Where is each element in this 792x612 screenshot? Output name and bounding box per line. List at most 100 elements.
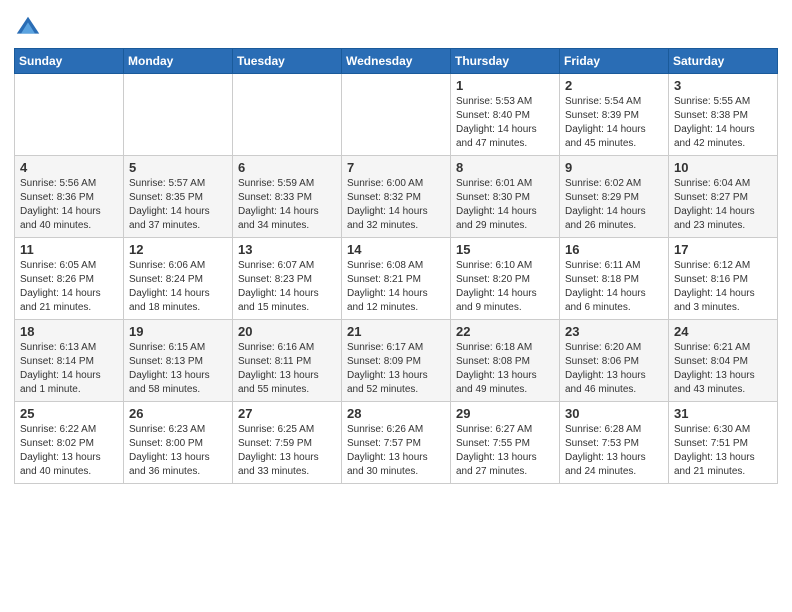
day-info: Sunrise: 5:59 AM Sunset: 8:33 PM Dayligh… <box>238 177 336 233</box>
calendar-header: SundayMondayTuesdayWednesdayThursdayFrid… <box>15 49 778 74</box>
calendar: SundayMondayTuesdayWednesdayThursdayFrid… <box>14 48 778 484</box>
day-number: 24 <box>674 324 772 339</box>
day-number: 27 <box>238 406 336 421</box>
day-cell: 11 Sunrise: 6:05 AM Sunset: 8:26 PM Dayli… <box>15 238 124 320</box>
day-number: 23 <box>565 324 663 339</box>
header <box>14 10 778 42</box>
day-cell: 26 Sunrise: 6:23 AM Sunset: 8:00 PM Dayli… <box>124 402 233 484</box>
day-cell: 1Sunrise: 5:53 AM Sunset: 8:40 PM Daylig… <box>451 74 560 156</box>
day-info: Sunrise: 6:02 AM Sunset: 8:29 PM Dayligh… <box>565 177 663 233</box>
day-info: Sunrise: 6:04 AM Sunset: 8:27 PM Dayligh… <box>674 177 772 233</box>
day-number: 8 <box>456 160 554 175</box>
day-cell: 21Sunrise: 6:17 AM Sunset: 8:09 PM Dayli… <box>342 320 451 402</box>
day-cell: 3 Sunrise: 5:55 AM Sunset: 8:38 PM Daylig… <box>669 74 778 156</box>
day-cell: 29 Sunrise: 6:27 AM Sunset: 7:55 PM Dayli… <box>451 402 560 484</box>
day-header-friday: Friday <box>560 49 669 74</box>
day-cell: 8Sunrise: 6:01 AM Sunset: 8:30 PM Daylig… <box>451 156 560 238</box>
day-number: 19 <box>129 324 227 339</box>
day-number: 25 <box>20 406 118 421</box>
day-number: 14 <box>347 242 445 257</box>
day-info: Sunrise: 6:07 AM Sunset: 8:23 PM Dayligh… <box>238 259 336 315</box>
day-number: 31 <box>674 406 772 421</box>
day-cell: 7Sunrise: 6:00 AM Sunset: 8:32 PM Daylig… <box>342 156 451 238</box>
day-info: Sunrise: 6:21 AM Sunset: 8:04 PM Dayligh… <box>674 341 772 397</box>
day-cell <box>124 74 233 156</box>
day-number: 26 <box>129 406 227 421</box>
day-number: 22 <box>456 324 554 339</box>
day-cell <box>342 74 451 156</box>
day-number: 15 <box>456 242 554 257</box>
day-number: 3 <box>674 78 772 93</box>
day-number: 2 <box>565 78 663 93</box>
day-info: Sunrise: 6:28 AM Sunset: 7:53 PM Dayligh… <box>565 423 663 479</box>
day-number: 13 <box>238 242 336 257</box>
day-number: 30 <box>565 406 663 421</box>
header-row: SundayMondayTuesdayWednesdayThursdayFrid… <box>15 49 778 74</box>
day-info: Sunrise: 5:57 AM Sunset: 8:35 PM Dayligh… <box>129 177 227 233</box>
day-cell: 23 Sunrise: 6:20 AM Sunset: 8:06 PM Dayli… <box>560 320 669 402</box>
day-number: 28 <box>347 406 445 421</box>
day-info: Sunrise: 6:10 AM Sunset: 8:20 PM Dayligh… <box>456 259 554 315</box>
day-number: 18 <box>20 324 118 339</box>
day-info: Sunrise: 6:25 AM Sunset: 7:59 PM Dayligh… <box>238 423 336 479</box>
day-cell: 4 Sunrise: 5:56 AM Sunset: 8:36 PM Daylig… <box>15 156 124 238</box>
day-number: 20 <box>238 324 336 339</box>
day-number: 29 <box>456 406 554 421</box>
calendar-body: 1Sunrise: 5:53 AM Sunset: 8:40 PM Daylig… <box>15 74 778 484</box>
day-info: Sunrise: 5:54 AM Sunset: 8:39 PM Dayligh… <box>565 95 663 151</box>
day-cell: 20 Sunrise: 6:16 AM Sunset: 8:11 PM Dayli… <box>233 320 342 402</box>
day-info: Sunrise: 6:27 AM Sunset: 7:55 PM Dayligh… <box>456 423 554 479</box>
logo-icon <box>14 14 42 42</box>
week-row-1: 4 Sunrise: 5:56 AM Sunset: 8:36 PM Daylig… <box>15 156 778 238</box>
day-cell: 19 Sunrise: 6:15 AM Sunset: 8:13 PM Dayli… <box>124 320 233 402</box>
week-row-2: 11 Sunrise: 6:05 AM Sunset: 8:26 PM Dayli… <box>15 238 778 320</box>
day-info: Sunrise: 5:55 AM Sunset: 8:38 PM Dayligh… <box>674 95 772 151</box>
day-cell: 18Sunrise: 6:13 AM Sunset: 8:14 PM Dayli… <box>15 320 124 402</box>
day-info: Sunrise: 6:22 AM Sunset: 8:02 PM Dayligh… <box>20 423 118 479</box>
page: SundayMondayTuesdayWednesdayThursdayFrid… <box>0 0 792 612</box>
week-row-3: 18Sunrise: 6:13 AM Sunset: 8:14 PM Dayli… <box>15 320 778 402</box>
day-cell: 16 Sunrise: 6:11 AM Sunset: 8:18 PM Dayli… <box>560 238 669 320</box>
day-number: 4 <box>20 160 118 175</box>
week-row-4: 25 Sunrise: 6:22 AM Sunset: 8:02 PM Dayli… <box>15 402 778 484</box>
day-cell <box>15 74 124 156</box>
day-info: Sunrise: 6:16 AM Sunset: 8:11 PM Dayligh… <box>238 341 336 397</box>
day-header-monday: Monday <box>124 49 233 74</box>
day-number: 16 <box>565 242 663 257</box>
day-number: 10 <box>674 160 772 175</box>
day-cell: 10 Sunrise: 6:04 AM Sunset: 8:27 PM Dayli… <box>669 156 778 238</box>
day-info: Sunrise: 6:18 AM Sunset: 8:08 PM Dayligh… <box>456 341 554 397</box>
day-cell: 9 Sunrise: 6:02 AM Sunset: 8:29 PM Daylig… <box>560 156 669 238</box>
day-cell: 30 Sunrise: 6:28 AM Sunset: 7:53 PM Dayli… <box>560 402 669 484</box>
day-cell: 17Sunrise: 6:12 AM Sunset: 8:16 PM Dayli… <box>669 238 778 320</box>
day-number: 11 <box>20 242 118 257</box>
day-cell: 31 Sunrise: 6:30 AM Sunset: 7:51 PM Dayli… <box>669 402 778 484</box>
day-info: Sunrise: 6:12 AM Sunset: 8:16 PM Dayligh… <box>674 259 772 315</box>
day-info: Sunrise: 6:15 AM Sunset: 8:13 PM Dayligh… <box>129 341 227 397</box>
day-cell: 13 Sunrise: 6:07 AM Sunset: 8:23 PM Dayli… <box>233 238 342 320</box>
day-cell: 15 Sunrise: 6:10 AM Sunset: 8:20 PM Dayli… <box>451 238 560 320</box>
day-number: 9 <box>565 160 663 175</box>
day-info: Sunrise: 5:56 AM Sunset: 8:36 PM Dayligh… <box>20 177 118 233</box>
day-info: Sunrise: 6:23 AM Sunset: 8:00 PM Dayligh… <box>129 423 227 479</box>
day-number: 6 <box>238 160 336 175</box>
day-cell: 6 Sunrise: 5:59 AM Sunset: 8:33 PM Daylig… <box>233 156 342 238</box>
day-cell: 14 Sunrise: 6:08 AM Sunset: 8:21 PM Dayli… <box>342 238 451 320</box>
day-header-tuesday: Tuesday <box>233 49 342 74</box>
day-number: 5 <box>129 160 227 175</box>
week-row-0: 1Sunrise: 5:53 AM Sunset: 8:40 PM Daylig… <box>15 74 778 156</box>
day-info: Sunrise: 6:30 AM Sunset: 7:51 PM Dayligh… <box>674 423 772 479</box>
day-info: Sunrise: 6:05 AM Sunset: 8:26 PM Dayligh… <box>20 259 118 315</box>
day-cell: 27 Sunrise: 6:25 AM Sunset: 7:59 PM Dayli… <box>233 402 342 484</box>
day-cell: 2 Sunrise: 5:54 AM Sunset: 8:39 PM Daylig… <box>560 74 669 156</box>
day-info: Sunrise: 6:20 AM Sunset: 8:06 PM Dayligh… <box>565 341 663 397</box>
day-header-thursday: Thursday <box>451 49 560 74</box>
day-info: Sunrise: 6:11 AM Sunset: 8:18 PM Dayligh… <box>565 259 663 315</box>
day-info: Sunrise: 6:00 AM Sunset: 8:32 PM Dayligh… <box>347 177 445 233</box>
day-info: Sunrise: 6:17 AM Sunset: 8:09 PM Dayligh… <box>347 341 445 397</box>
day-cell: 24 Sunrise: 6:21 AM Sunset: 8:04 PM Dayli… <box>669 320 778 402</box>
day-info: Sunrise: 6:08 AM Sunset: 8:21 PM Dayligh… <box>347 259 445 315</box>
day-cell <box>233 74 342 156</box>
day-cell: 22 Sunrise: 6:18 AM Sunset: 8:08 PM Dayli… <box>451 320 560 402</box>
day-cell: 28Sunrise: 6:26 AM Sunset: 7:57 PM Dayli… <box>342 402 451 484</box>
